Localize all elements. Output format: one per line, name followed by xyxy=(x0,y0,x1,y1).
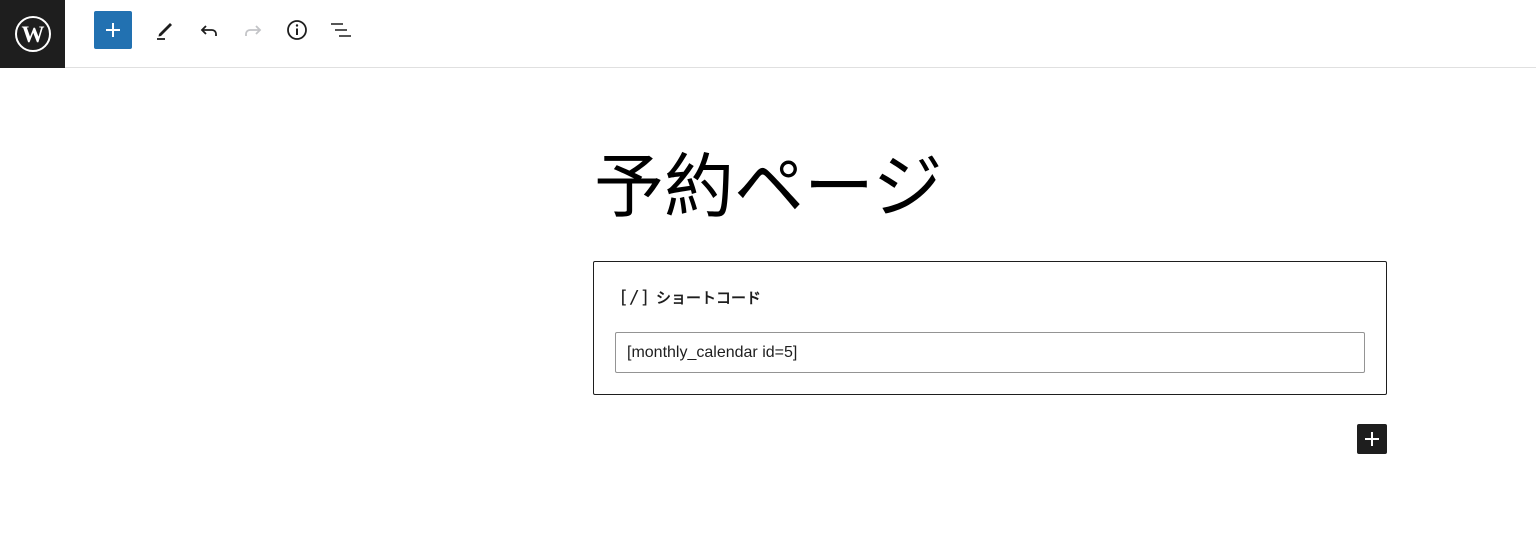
info-icon xyxy=(287,20,307,40)
shortcode-input[interactable] xyxy=(615,332,1365,373)
tools-button[interactable] xyxy=(146,11,184,49)
shortcode-icon: [/] xyxy=(618,286,651,308)
shortcode-block[interactable]: [/] ショートコード xyxy=(593,261,1387,395)
add-block-button[interactable] xyxy=(1357,424,1387,454)
plus-icon xyxy=(1365,432,1379,446)
shortcode-block-label: ショートコード xyxy=(656,288,762,307)
list-view-icon xyxy=(331,23,351,37)
wordpress-logo-icon[interactable]: W xyxy=(0,0,65,68)
plus-icon xyxy=(106,23,120,37)
editor-header: W xyxy=(0,0,1536,68)
redo-icon xyxy=(245,25,262,36)
post-title[interactable]: 予約ページ xyxy=(594,140,943,234)
undo-icon xyxy=(200,25,217,36)
shortcode-block-header: [/] ショートコード xyxy=(618,286,761,308)
undo-button[interactable] xyxy=(190,11,228,49)
list-view-button[interactable] xyxy=(322,11,360,49)
block-inserter-button[interactable] xyxy=(94,11,132,49)
details-button[interactable] xyxy=(278,11,316,49)
redo-button[interactable] xyxy=(234,11,272,49)
svg-text:W: W xyxy=(21,22,44,47)
pencil-icon xyxy=(157,23,172,40)
